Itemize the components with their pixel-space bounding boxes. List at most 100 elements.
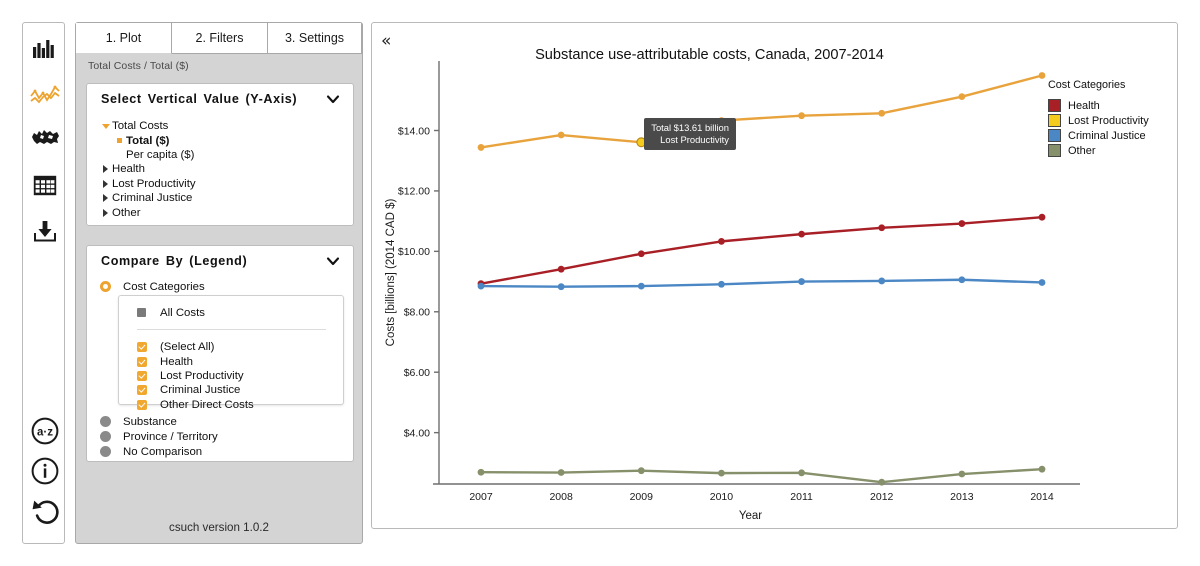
tree-item-label: Health [112, 163, 145, 176]
tree-item-other[interactable]: Other [87, 205, 353, 219]
chart-legend: Cost Categories Health Lost Productivity… [1048, 79, 1163, 158]
svg-text:2013: 2013 [950, 491, 974, 503]
svg-text:$12.00: $12.00 [398, 186, 430, 198]
checkbox-row-lost-productivity[interactable]: Lost Productivity [119, 369, 343, 383]
tree-item-total-costs[interactable]: Total Costs [87, 119, 353, 133]
glossary-a-z-icon[interactable]: a·z [23, 409, 66, 453]
download-arrow-glyph [33, 221, 56, 242]
tab-settings[interactable]: 3. Settings [268, 23, 362, 54]
svg-text:$4.00: $4.00 [404, 427, 430, 439]
tree-item-label: Total Costs [112, 120, 169, 133]
checkbox-checked-icon[interactable] [137, 370, 147, 381]
chart-legend-title: Cost Categories [1048, 79, 1126, 91]
checkbox-checked-icon[interactable] [137, 385, 147, 396]
tree-item-total-dollars[interactable]: Total ($) [87, 133, 353, 147]
compare-option-substance[interactable]: Substance [87, 414, 366, 429]
map-icon[interactable] [23, 115, 66, 159]
checkbox-label: (Select All) [160, 341, 215, 354]
version-label: csuch version 1.0.2 [169, 521, 269, 534]
cost-category-checkbox-list: (Select All) Health Lost Productivity Cr… [119, 340, 343, 412]
info-circle-glyph [31, 457, 58, 485]
tree-item-lost-productivity[interactable]: Lost Productivity [87, 177, 353, 191]
legend-item-criminal-justice[interactable]: Criminal Justice [1048, 128, 1163, 143]
svg-text:2014: 2014 [1030, 491, 1054, 503]
triangle-right-icon [99, 179, 112, 188]
breadcrumb: Total Costs / Total ($) [88, 60, 189, 72]
checkbox-checked-icon[interactable] [137, 399, 147, 410]
tree-item-label: Lost Productivity [112, 177, 196, 190]
table-icon[interactable] [23, 163, 66, 207]
reset-icon[interactable] [23, 489, 66, 533]
all-costs-row[interactable]: All Costs [119, 305, 343, 320]
radio-selected-icon [100, 281, 111, 292]
svg-text:$6.00: $6.00 [404, 367, 430, 379]
triangle-right-icon [99, 194, 112, 203]
sidebar-tabs: 1. Plot 2. Filters 3. Settings [76, 23, 362, 54]
square-orange-icon [113, 138, 126, 144]
legend-swatch-criminal-justice [1048, 129, 1061, 142]
compare-option-no-comparison[interactable]: No Comparison [87, 444, 366, 459]
square-grey-icon [137, 308, 146, 317]
download-icon[interactable] [23, 209, 66, 253]
checkbox-label: Health [160, 355, 193, 368]
chevron-down-icon[interactable] [326, 254, 340, 268]
info-icon[interactable] [23, 449, 66, 493]
tree-item-label: Other [112, 206, 141, 219]
legend-item-health[interactable]: Health [1048, 98, 1163, 113]
tree-item-health[interactable]: Health [87, 162, 353, 176]
legend-swatch-other [1048, 144, 1061, 157]
svg-text:$10.00: $10.00 [398, 246, 430, 258]
bar-chart-icon[interactable] [23, 27, 66, 71]
y-axis-tree: Total Costs Total ($) Per capita ($) Hea… [87, 114, 353, 220]
tree-item-label: Criminal Justice [112, 192, 193, 205]
svg-text:2010: 2010 [710, 491, 734, 503]
svg-text:Year: Year [739, 510, 762, 522]
compare-option-label: Cost Categories [123, 280, 205, 293]
compare-option-cost-categories[interactable]: Cost Categories [87, 279, 366, 294]
compare-option-label: Province / Territory [123, 430, 218, 443]
triangle-right-icon [99, 208, 112, 217]
tree-item-label: Per capita ($) [126, 148, 195, 161]
svg-text:Costs [billions] (2014 CAD $): Costs [billions] (2014 CAD $) [385, 199, 397, 347]
legend-label: Lost Productivity [1068, 114, 1149, 127]
chevron-down-icon[interactable] [326, 92, 340, 106]
control-sidebar: 1. Plot 2. Filters 3. Settings Total Cos… [75, 22, 363, 544]
checkbox-label: Criminal Justice [160, 384, 241, 397]
legend-label: Health [1068, 99, 1100, 112]
radio-unselected-icon [100, 416, 111, 427]
svg-text:$8.00: $8.00 [404, 307, 430, 319]
checkbox-checked-icon[interactable] [137, 342, 147, 353]
tab-plot[interactable]: 1. Plot [76, 23, 172, 54]
compare-option-province-territory[interactable]: Province / Territory [87, 429, 366, 444]
triangle-right-icon [99, 165, 112, 174]
checkbox-row-health[interactable]: Health [119, 354, 343, 368]
compare-by-card-header[interactable]: Compare By (Legend) [87, 246, 353, 276]
bar-chart-glyph [32, 40, 54, 58]
y-axis-selector-card: Select Vertical Value (Y-Axis) Total Cos… [86, 83, 354, 226]
compare-option-label: No Comparison [123, 445, 203, 458]
checkbox-label: Lost Productivity [160, 369, 244, 382]
checkbox-row-criminal-justice[interactable]: Criminal Justice [119, 383, 343, 397]
tree-item-criminal-justice[interactable]: Criminal Justice [87, 191, 353, 205]
csuch-application: a·z 1. Plot 2. Filters 3. Settings Total… [0, 0, 1200, 566]
y-axis-card-header[interactable]: Select Vertical Value (Y-Axis) [87, 84, 353, 114]
legend-swatch-health [1048, 99, 1061, 112]
checkbox-row-select-all[interactable]: (Select All) [119, 340, 343, 354]
checkbox-row-other-direct-costs[interactable]: Other Direct Costs [119, 398, 343, 412]
compare-by-card: Compare By (Legend) Cost Categories All … [86, 245, 354, 462]
checkbox-label: Other Direct Costs [160, 398, 254, 411]
line-chart-icon[interactable] [23, 71, 66, 115]
canada-map-glyph [31, 130, 59, 144]
line-chart-glyph [29, 85, 60, 104]
legend-item-lost-productivity[interactable]: Lost Productivity [1048, 113, 1163, 128]
tab-filters[interactable]: 2. Filters [172, 23, 268, 54]
reset-arrow-glyph [32, 500, 59, 524]
icon-toolbar: a·z [22, 22, 65, 544]
a-z-circle-glyph: a·z [31, 417, 58, 445]
radio-unselected-icon [100, 446, 111, 457]
tree-item-per-capita[interactable]: Per capita ($) [87, 148, 353, 162]
compare-option-label: Substance [123, 415, 177, 428]
legend-item-other[interactable]: Other [1048, 143, 1163, 158]
svg-text:a·z: a·z [37, 427, 53, 439]
checkbox-checked-icon[interactable] [137, 356, 147, 367]
